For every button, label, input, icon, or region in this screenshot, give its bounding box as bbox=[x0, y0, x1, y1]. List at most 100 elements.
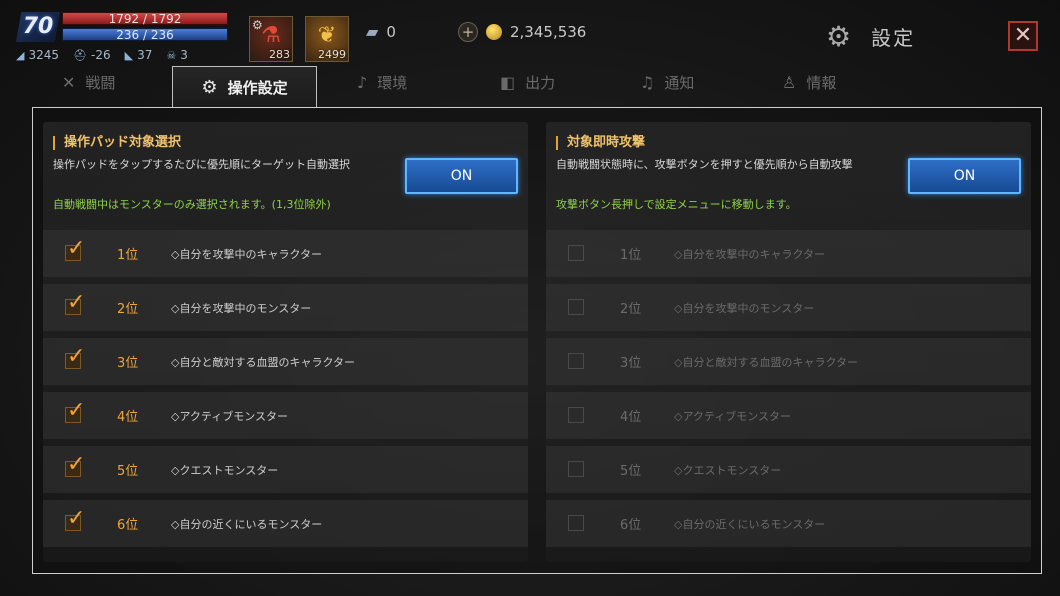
checkbox[interactable] bbox=[568, 353, 584, 369]
level-badge: 70 bbox=[16, 12, 60, 42]
checkbox[interactable]: ✓ bbox=[65, 506, 85, 531]
tab-label: 環境 bbox=[377, 74, 408, 92]
priority-label: ◇アクティブモンスター bbox=[674, 409, 792, 423]
settings-frame: 操作パッド対象選択 操作パッドをタップするたびに優先順にターゲット自動選択 ON… bbox=[32, 107, 1042, 574]
wing-icon: ◢ bbox=[16, 48, 25, 62]
priority-label: ◇アクティブモンスター bbox=[171, 409, 289, 423]
add-gold-button[interactable]: + bbox=[458, 22, 478, 42]
item-count: 283 bbox=[269, 48, 290, 61]
priority-label: ◇クエストモンスター bbox=[674, 463, 782, 477]
priority-row[interactable]: 2位 ◇自分を攻撃中のモンスター bbox=[546, 284, 1031, 331]
priority-row[interactable]: ✓ 3位 ◇自分と敵対する血盟のキャラクター bbox=[43, 338, 528, 385]
target-select-on-button[interactable]: ON bbox=[405, 158, 518, 194]
priority-list: 1位 ◇自分を攻撃中のキャラクター 2位 ◇自分を攻撃中のモンスター 3位 ◇自… bbox=[546, 230, 1031, 554]
checkbox[interactable]: ✓ bbox=[65, 398, 85, 423]
tab-label: 戦闘 bbox=[85, 74, 116, 92]
priority-label: ◇自分の近くにいるモンスター bbox=[171, 517, 323, 531]
stat-skull: ☠ 3 bbox=[166, 48, 188, 62]
priority-row[interactable]: ✓ 6位 ◇自分の近くにいるモンスター bbox=[43, 500, 528, 547]
tab-notifications[interactable]: ♫ 通知 bbox=[640, 72, 694, 93]
priority-row[interactable]: 4位 ◇アクティブモンスター bbox=[546, 392, 1031, 439]
person-icon: ♙ bbox=[782, 73, 797, 92]
target-select-panel: 操作パッド対象選択 操作パッドをタップするたびに優先順にターゲット自動選択 ON… bbox=[43, 122, 528, 562]
check-icon: ✓ bbox=[67, 236, 86, 261]
checkbox[interactable] bbox=[568, 461, 584, 477]
checkbox[interactable] bbox=[568, 407, 584, 423]
bell-icon: ♫ bbox=[640, 73, 655, 92]
gold-amount: 2,345,536 bbox=[510, 23, 587, 41]
silver-bars-icon: ▰ bbox=[366, 22, 379, 41]
item-count: 2499 bbox=[318, 48, 346, 61]
gear-icon: ⚙ bbox=[201, 77, 218, 98]
tab-battle[interactable]: ✕ 戦闘 bbox=[62, 72, 115, 93]
hp-bar: 1792 / 1792 bbox=[62, 12, 228, 26]
tab-label: 操作設定 bbox=[227, 79, 288, 97]
feather-slot[interactable]: ❦ 2499 bbox=[305, 16, 349, 62]
close-button[interactable]: ✕ bbox=[1008, 21, 1038, 51]
priority-label: ◇自分を攻撃中のキャラクター bbox=[674, 247, 826, 261]
rank-label: 6位 bbox=[117, 518, 139, 533]
panel-title: 操作パッド対象選択 bbox=[53, 136, 518, 150]
rank-label: 5位 bbox=[620, 464, 642, 479]
priority-label: ◇自分を攻撃中のモンスター bbox=[674, 301, 815, 315]
red-potion-icon: ⚗ bbox=[261, 23, 281, 48]
priority-row[interactable]: ✓ 2位 ◇自分を攻撃中のモンスター bbox=[43, 284, 528, 331]
tab-controls[interactable]: ⚙ 操作設定 bbox=[172, 66, 317, 110]
settings-header: ⚙ 設定 bbox=[826, 20, 915, 53]
priority-row[interactable]: 1位 ◇自分を攻撃中のキャラクター bbox=[546, 230, 1031, 277]
rank-label: 1位 bbox=[620, 248, 642, 263]
panel-title: 対象即時攻撃 bbox=[556, 136, 1021, 150]
rank-label: 3位 bbox=[620, 356, 642, 371]
priority-label: ◇自分と敵対する血盟のキャラクター bbox=[674, 355, 859, 369]
priority-row[interactable]: ✓ 5位 ◇クエストモンスター bbox=[43, 446, 528, 493]
tab-environment[interactable]: ♪ 環境 bbox=[357, 72, 407, 93]
instant-attack-panel: 対象即時攻撃 自動戦闘状態時に、攻撃ボタンを押すと優先順から自動攻撃 ON 攻撃… bbox=[546, 122, 1031, 562]
checkbox[interactable] bbox=[568, 299, 584, 315]
rank-label: 5位 bbox=[117, 464, 139, 479]
speaker-icon: ◧ bbox=[500, 73, 516, 92]
checkbox[interactable] bbox=[568, 245, 584, 261]
settings-title: 設定 bbox=[871, 26, 916, 50]
gold-coin-icon bbox=[486, 24, 502, 40]
check-icon: ✓ bbox=[67, 452, 86, 477]
check-icon: ✓ bbox=[67, 290, 86, 315]
instant-attack-on-button[interactable]: ON bbox=[908, 158, 1021, 194]
rank-label: 4位 bbox=[620, 410, 642, 425]
stat-wing: ◢ 3245 bbox=[16, 48, 59, 62]
priority-row[interactable]: 5位 ◇クエストモンスター bbox=[546, 446, 1031, 493]
tab-label: 出力 bbox=[525, 74, 556, 92]
checkbox[interactable] bbox=[568, 515, 584, 531]
stat-helmet: ⛑ -26 bbox=[73, 48, 111, 62]
checkbox[interactable]: ✓ bbox=[65, 452, 85, 477]
priority-list: ✓ 1位 ◇自分を攻撃中のキャラクター ✓ 2位 ◇自分を攻撃中のモンスター ✓… bbox=[43, 230, 528, 554]
panel-note: 攻撃ボタン長押しで設定メニューに移動します。 bbox=[556, 198, 797, 211]
stat-value: 3245 bbox=[28, 48, 60, 62]
helmet-icon: ⛑ bbox=[73, 48, 87, 62]
boot-icon: ◣ bbox=[124, 48, 134, 62]
rank-label: 3位 bbox=[117, 356, 139, 371]
check-icon: ✓ bbox=[67, 506, 86, 531]
panel-note: 自動戦闘中はモンスターのみ選択されます。(1,3位除外) bbox=[53, 198, 331, 211]
priority-label: ◇自分と敵対する血盟のキャラクター bbox=[171, 355, 356, 369]
priority-label: ◇自分の近くにいるモンスター bbox=[674, 517, 826, 531]
tab-info[interactable]: ♙ 情報 bbox=[782, 72, 836, 93]
potion-slot[interactable]: ⚙ ⚗ 283 bbox=[249, 16, 293, 62]
stat-row: ◢ 3245 ⛑ -26 ◣ 37 ☠ 3 bbox=[16, 48, 188, 62]
checkbox[interactable]: ✓ bbox=[65, 290, 85, 315]
priority-row[interactable]: ✓ 4位 ◇アクティブモンスター bbox=[43, 392, 528, 439]
tab-output[interactable]: ◧ 出力 bbox=[500, 72, 555, 93]
checkbox[interactable]: ✓ bbox=[65, 344, 85, 369]
check-icon: ✓ bbox=[67, 344, 86, 369]
priority-row[interactable]: 3位 ◇自分と敵対する血盟のキャラクター bbox=[546, 338, 1031, 385]
rank-label: 1位 bbox=[117, 248, 139, 263]
stat-value: 37 bbox=[137, 48, 153, 62]
settings-gear-icon: ⚙ bbox=[826, 20, 852, 53]
settings-tabs: ✕ 戦闘 ⚙ 操作設定 ♪ 環境 ◧ 出力 ♫ 通知 ♙ 情報 bbox=[32, 66, 1042, 110]
stat-boot: ◣ 37 bbox=[125, 48, 153, 62]
silver-amount: 0 bbox=[386, 22, 396, 41]
priority-label: ◇自分を攻撃中のキャラクター bbox=[171, 247, 323, 261]
checkbox[interactable]: ✓ bbox=[65, 236, 85, 261]
priority-row[interactable]: ✓ 1位 ◇自分を攻撃中のキャラクター bbox=[43, 230, 528, 277]
priority-row[interactable]: 6位 ◇自分の近くにいるモンスター bbox=[546, 500, 1031, 547]
rank-label: 2位 bbox=[620, 302, 642, 317]
